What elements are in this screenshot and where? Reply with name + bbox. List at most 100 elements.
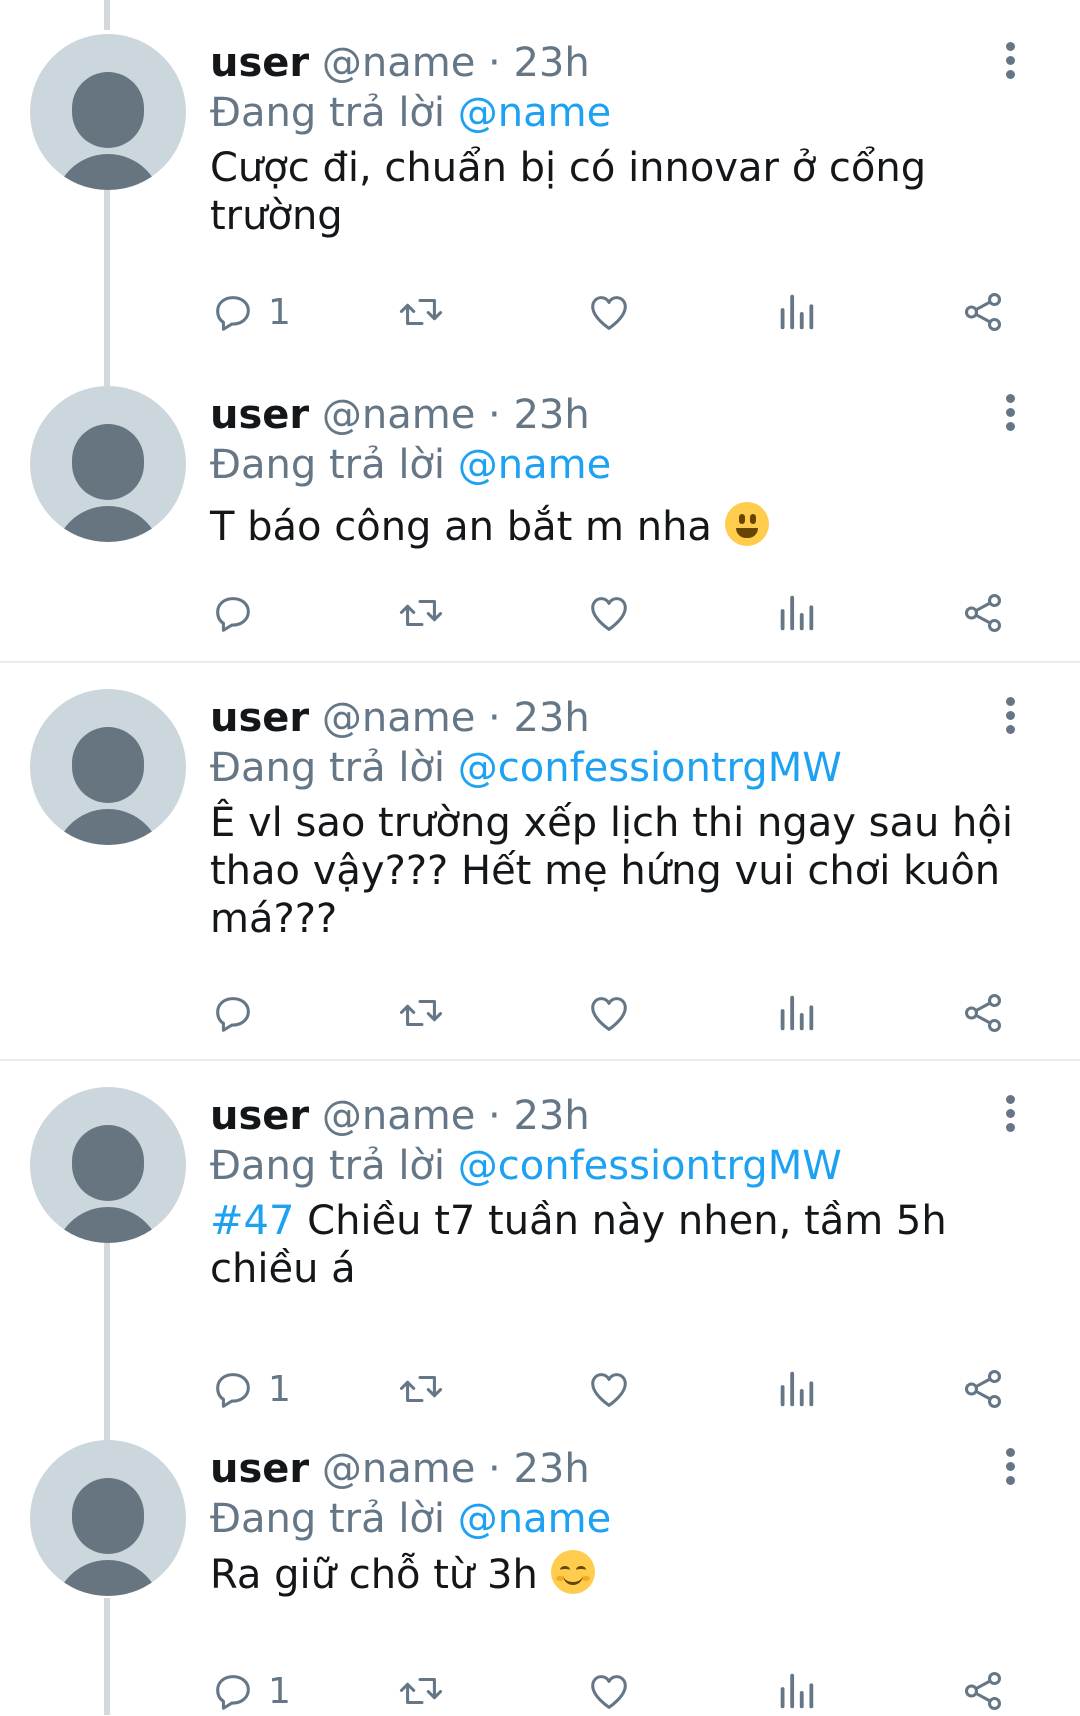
- share-button[interactable]: [960, 1666, 1006, 1716]
- replying-to: Đang trả lời @confessiontrgMW: [210, 743, 842, 793]
- analytics-button[interactable]: [776, 1364, 816, 1414]
- replying-prefix: Đang trả lời: [210, 1143, 446, 1189]
- retweet-button[interactable]: [396, 287, 446, 337]
- user-display-name[interactable]: user: [210, 695, 309, 741]
- hashtag-link[interactable]: #47: [210, 1198, 294, 1244]
- timestamp[interactable]: 23h: [513, 1446, 589, 1492]
- reply-icon: [210, 1668, 256, 1714]
- reply-button[interactable]: [210, 588, 268, 638]
- replying-to: Đang trả lời @name: [210, 88, 611, 138]
- replying-prefix: Đang trả lời: [210, 90, 446, 136]
- mention-link[interactable]: @name: [458, 1496, 611, 1542]
- user-handle[interactable]: @name: [322, 392, 475, 438]
- timestamp[interactable]: 23h: [513, 40, 589, 86]
- analytics-icon: [776, 289, 816, 335]
- mention-link[interactable]: @confessiontrgMW: [458, 745, 842, 791]
- tweet-text-body: T báo công an bắt m nha: [210, 504, 712, 550]
- smiling-face-emoji: [550, 1550, 595, 1594]
- mention-link[interactable]: @confessiontrgMW: [458, 1143, 842, 1189]
- analytics-icon: [776, 990, 816, 1036]
- avatar[interactable]: [30, 386, 186, 542]
- user-display-name[interactable]: user: [210, 1446, 309, 1492]
- tweet-header: user @name · 23h: [210, 390, 590, 440]
- user-handle[interactable]: @name: [322, 695, 475, 741]
- like-button[interactable]: [586, 1666, 632, 1716]
- timestamp[interactable]: 23h: [513, 695, 589, 741]
- more-vertical-icon[interactable]: [1000, 1444, 1020, 1494]
- separator-dot: ·: [488, 392, 501, 438]
- user-display-name[interactable]: user: [210, 392, 309, 438]
- user-handle[interactable]: @name: [322, 1446, 475, 1492]
- tweet-text: T báo công an bắt m nha: [210, 502, 1040, 551]
- more-vertical-icon[interactable]: [1000, 390, 1020, 440]
- retweet-icon: [396, 289, 446, 335]
- tweet-header: user @name · 23h: [210, 1091, 590, 1141]
- share-icon: [960, 990, 1006, 1036]
- share-button[interactable]: [960, 588, 1006, 638]
- tweet[interactable]: user @name · 23h Đang trả lời @name Ra g…: [0, 1412, 1080, 1715]
- reply-button[interactable]: [210, 988, 268, 1038]
- reply-icon: [210, 1366, 256, 1412]
- timestamp[interactable]: 23h: [513, 1093, 589, 1139]
- more-vertical-icon[interactable]: [1000, 1091, 1020, 1141]
- retweet-icon: [396, 1668, 446, 1714]
- analytics-button[interactable]: [776, 1666, 816, 1716]
- analytics-button[interactable]: [776, 588, 816, 638]
- user-handle[interactable]: @name: [322, 40, 475, 86]
- avatar[interactable]: [30, 1440, 186, 1596]
- tweet-header: user @name · 23h: [210, 693, 590, 743]
- reply-icon: [210, 990, 256, 1036]
- separator-dot: ·: [488, 1446, 501, 1492]
- separator-dot: ·: [488, 40, 501, 86]
- tweet[interactable]: user @name · 23h Đang trả lời @confessio…: [0, 1061, 1080, 1421]
- avatar[interactable]: [30, 1087, 186, 1243]
- share-icon: [960, 289, 1006, 335]
- like-icon: [586, 1668, 632, 1714]
- share-icon: [960, 1668, 1006, 1714]
- tweet-text: #47 Chiều t7 tuần này nhen, tầm 5h chiều…: [210, 1197, 1040, 1293]
- avatar[interactable]: [30, 689, 186, 845]
- tweet[interactable]: user @name · 23h Đang trả lời @name T bá…: [0, 350, 1080, 662]
- mention-link[interactable]: @name: [458, 442, 611, 488]
- user-display-name[interactable]: user: [210, 40, 309, 86]
- tweet-text-body: Ra giữ chỗ từ 3h: [210, 1552, 538, 1598]
- reply-count: 1: [268, 1368, 291, 1410]
- reply-count: 1: [268, 1670, 291, 1712]
- reply-button[interactable]: 1: [210, 1666, 291, 1716]
- reply-button[interactable]: 1: [210, 1364, 291, 1414]
- reply-button[interactable]: 1: [210, 287, 291, 337]
- like-button[interactable]: [586, 988, 632, 1038]
- retweet-button[interactable]: [396, 1666, 446, 1716]
- retweet-button[interactable]: [396, 588, 446, 638]
- tweet[interactable]: user @name · 23h Đang trả lời @name Cược…: [0, 0, 1080, 340]
- tweet-actions: [210, 588, 1020, 638]
- analytics-icon: [776, 1668, 816, 1714]
- tweet[interactable]: user @name · 23h Đang trả lời @confessio…: [0, 663, 1080, 1058]
- retweet-button[interactable]: [396, 988, 446, 1038]
- tweet-text: Ê vl sao trường xếp lịch thi ngay sau hộ…: [210, 799, 1040, 943]
- share-button[interactable]: [960, 287, 1006, 337]
- like-button[interactable]: [586, 588, 632, 638]
- like-button[interactable]: [586, 287, 632, 337]
- tweet-actions: 1: [210, 1666, 1020, 1716]
- mention-link[interactable]: @name: [458, 90, 611, 136]
- analytics-button[interactable]: [776, 287, 816, 337]
- retweet-icon: [396, 590, 446, 636]
- replying-to: Đang trả lời @name: [210, 1494, 611, 1544]
- user-display-name[interactable]: user: [210, 1093, 309, 1139]
- tweet-header: user @name · 23h: [210, 38, 590, 88]
- reply-icon: [210, 590, 256, 636]
- like-button[interactable]: [586, 1364, 632, 1414]
- timestamp[interactable]: 23h: [513, 392, 589, 438]
- avatar[interactable]: [30, 34, 186, 190]
- more-vertical-icon[interactable]: [1000, 38, 1020, 88]
- retweet-button[interactable]: [396, 1364, 446, 1414]
- analytics-button[interactable]: [776, 988, 816, 1038]
- more-vertical-icon[interactable]: [1000, 693, 1020, 743]
- user-handle[interactable]: @name: [322, 1093, 475, 1139]
- tweet-text: Ra giữ chỗ từ 3h: [210, 1550, 1040, 1599]
- share-button[interactable]: [960, 1364, 1006, 1414]
- share-button[interactable]: [960, 988, 1006, 1038]
- grinning-face-emoji: [724, 502, 769, 546]
- tweet-header: user @name · 23h: [210, 1444, 590, 1494]
